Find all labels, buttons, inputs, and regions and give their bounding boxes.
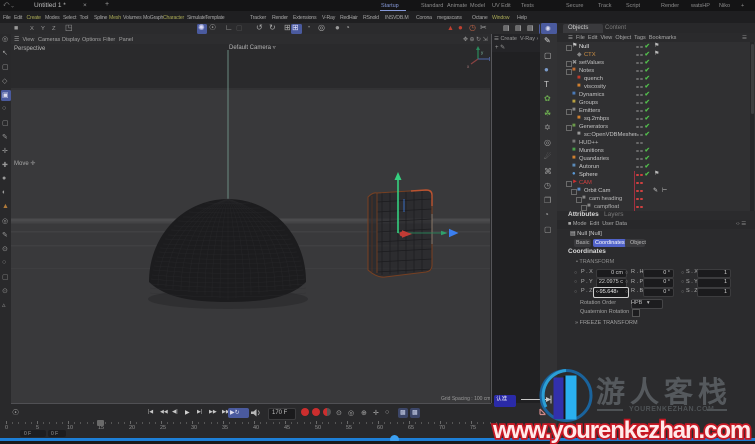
svg-text:x: x <box>467 64 470 69</box>
svg-text:y: y <box>481 50 484 55</box>
